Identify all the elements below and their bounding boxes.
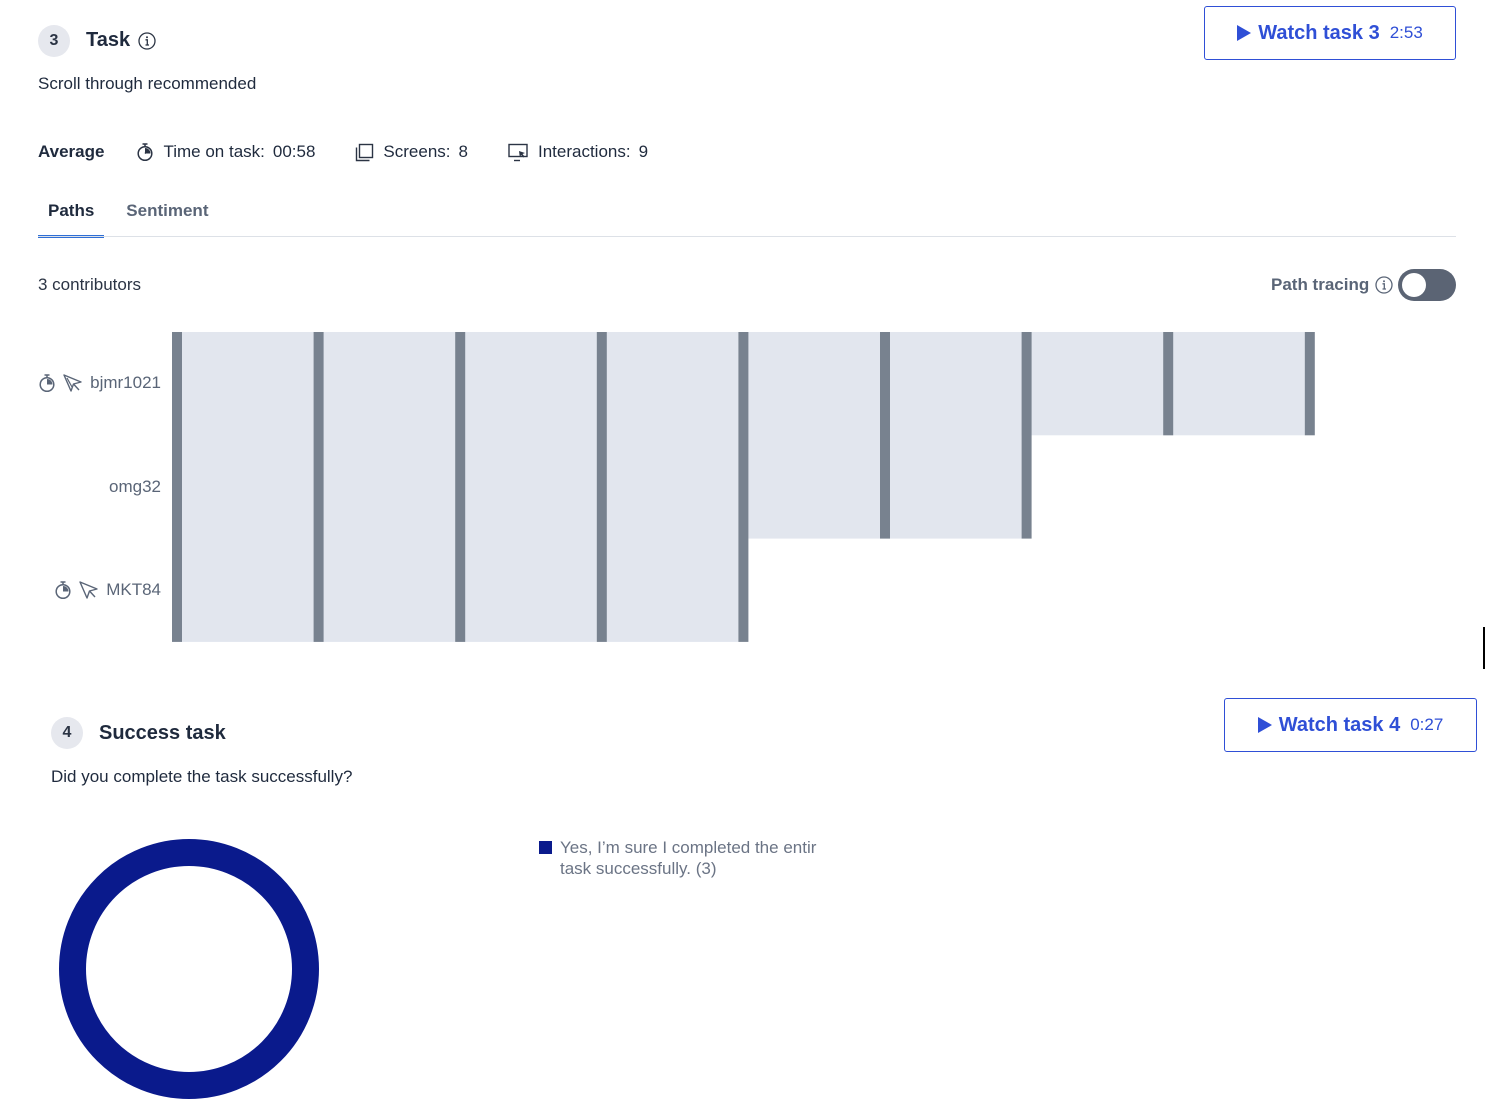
path-screen-divider[interactable] bbox=[880, 332, 890, 539]
path-screen-divider[interactable] bbox=[1163, 332, 1174, 436]
path-screen-divider[interactable] bbox=[596, 332, 607, 642]
watch-button-label: Watch task 4 bbox=[1278, 713, 1401, 736]
path-screen-divider[interactable] bbox=[313, 332, 324, 642]
task-description: Did you complete the task successfully? bbox=[51, 767, 353, 786]
path-screen-segment bbox=[313, 332, 456, 642]
watch-button-duration: 0:27 bbox=[1410, 715, 1444, 734]
path-screen-divider[interactable] bbox=[738, 332, 749, 642]
path-screen-divider[interactable] bbox=[455, 332, 466, 642]
play-icon bbox=[1257, 717, 1272, 733]
path-screen-segment bbox=[596, 332, 739, 642]
success-donut-chart bbox=[59, 839, 319, 1099]
path-screen-divider[interactable] bbox=[1021, 332, 1032, 539]
path-screen-divider[interactable] bbox=[1304, 332, 1315, 436]
paths-chart bbox=[172, 332, 1315, 642]
task-title: Success task bbox=[99, 722, 226, 744]
path-screen-segment bbox=[1021, 332, 1164, 436]
legend-swatch bbox=[539, 841, 552, 854]
path-screen-segment bbox=[880, 332, 1022, 539]
task-number-badge: 4 bbox=[51, 717, 83, 749]
donut-legend: Yes, I’m sure I completed the entir task… bbox=[539, 837, 829, 879]
path-screen-segment bbox=[455, 332, 597, 642]
path-screen-segment bbox=[172, 332, 314, 642]
path-screen-segment bbox=[738, 332, 880, 539]
donut-slice[interactable] bbox=[59, 839, 319, 1099]
legend-label: Yes, I’m sure I completed the entir task… bbox=[560, 838, 817, 878]
path-screen-divider[interactable] bbox=[172, 332, 182, 642]
text-cursor bbox=[1483, 627, 1485, 669]
watch-task-4-button[interactable]: Watch task 4 0:27 bbox=[1224, 698, 1477, 752]
path-screen-segment bbox=[1163, 332, 1305, 436]
